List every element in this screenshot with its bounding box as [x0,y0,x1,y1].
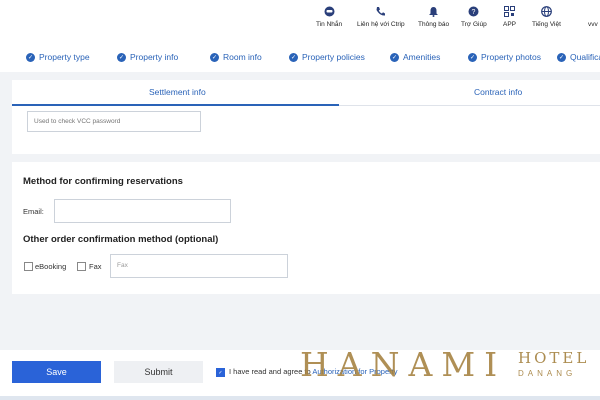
check-icon: ✓ [557,52,566,62]
account-menu[interactable]: vvv [588,21,598,28]
app-label: APP [503,21,517,28]
top-navigation-bar: Tin Nhắn Liên hệ với Ctrip Thông báo ? T… [0,0,600,42]
qr-code-icon [504,6,515,17]
step-label: Property policies [302,52,365,62]
step-room-info[interactable]: ✓ Room info [210,52,262,62]
step-property-photos[interactable]: ✓ Property photos [468,52,541,62]
help-link[interactable]: ? Trợ Giúp [461,6,487,28]
notifications-link[interactable]: Thông báo [418,6,449,28]
agree-statement: I have read and agree to [229,367,311,376]
account-label: vvv [588,21,598,28]
agree-checkbox[interactable]: ✓ [216,368,225,377]
language-label: Tiếng Việt [532,21,561,28]
step-label: Property photos [481,52,542,62]
check-icon: ✓ [289,52,298,62]
svg-text:?: ? [472,9,476,16]
submit-button[interactable]: Submit [114,361,203,383]
check-icon: ✓ [210,52,219,62]
reservation-confirmation-section: Method for confirming reservations Email… [12,162,600,294]
progress-steps: ✓ Property type ✓ Property info ✓ Room i… [0,42,600,72]
vcc-section [12,106,600,154]
check-icon: ✓ [117,52,126,62]
step-property-type[interactable]: ✓ Property type [26,52,90,62]
step-label: Property info [130,52,179,62]
messages-link[interactable]: Tin Nhắn [316,6,342,28]
section-title: Method for confirming reservations [23,176,183,187]
tab-settlement-info[interactable]: Settlement info [149,87,206,97]
help-label: Trợ Giúp [461,21,487,28]
step-label: Qualifica [570,52,600,62]
check-icon: ✓ [390,52,399,62]
save-button[interactable]: Save [12,361,101,383]
ebooking-checkbox[interactable] [24,262,33,271]
contact-ctrip-label: Liên hệ với Ctrip [357,21,405,28]
other-method-title: Other order confirmation method (optiona… [23,234,219,245]
step-property-policies[interactable]: ✓ Property policies [289,52,365,62]
fax-label: Fax [89,262,102,271]
hanami-hotel-logo: HANAMI HOTEL DANANG [300,345,600,395]
phone-icon [375,6,386,17]
step-label: Room info [223,52,262,62]
fax-checkbox[interactable] [77,262,86,271]
step-label: Property type [39,52,90,62]
bell-icon [428,6,439,17]
app-link[interactable]: APP [503,6,516,28]
check-icon: ✓ [468,52,477,62]
step-amenities[interactable]: ✓ Amenities [390,52,440,62]
chat-icon [324,6,335,17]
language-selector[interactable]: Tiếng Việt [532,6,561,28]
email-label: Email: [23,207,44,216]
logo-hotel: HOTEL [518,349,590,367]
help-icon: ? [468,6,479,17]
ebooking-label: eBooking [35,262,67,271]
notifications-label: Thông báo [418,21,450,28]
globe-icon [541,6,552,17]
email-field[interactable] [54,199,231,223]
step-qualifications[interactable]: ✓ Qualifica [557,52,600,62]
check-icon: ✓ [26,52,35,62]
messages-label: Tin Nhắn [316,21,343,28]
tab-contract-info[interactable]: Contract info [474,87,522,97]
logo-hanami: HANAMI [300,345,507,384]
footer-divider [0,396,600,400]
fax-input[interactable]: Fax [110,254,288,278]
info-tabs: Settlement info Contract info [12,80,600,106]
contact-ctrip-link[interactable]: Liên hệ với Ctrip [357,6,405,28]
logo-city: DANANG [518,369,577,378]
step-label: Amenities [403,52,441,62]
step-property-info[interactable]: ✓ Property info [117,52,178,62]
vcc-password-input[interactable] [27,111,201,132]
